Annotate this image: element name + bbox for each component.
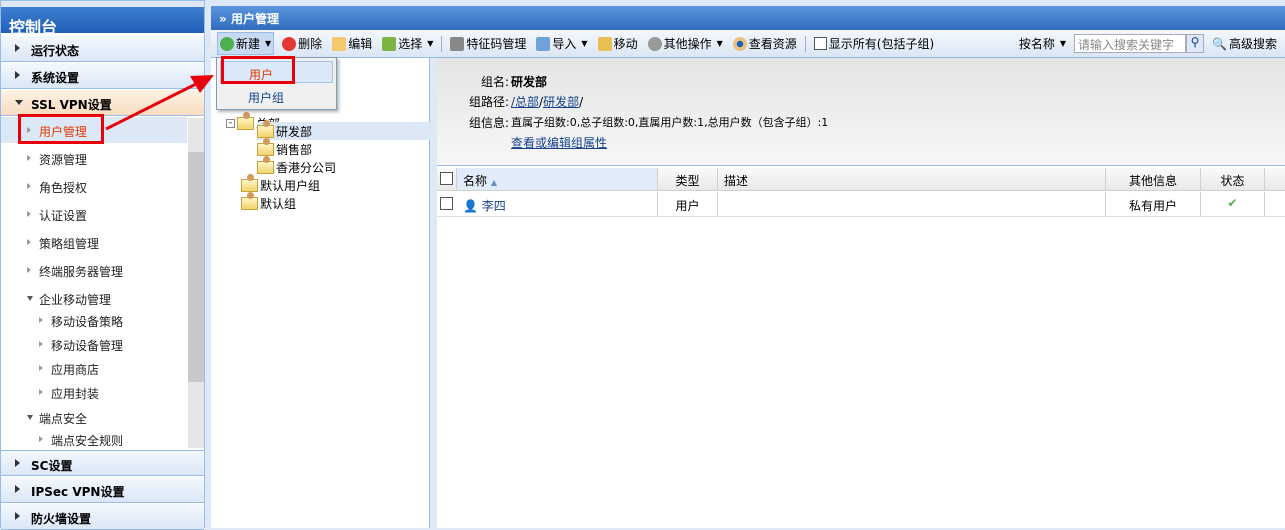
annotation-arrow xyxy=(105,75,214,131)
